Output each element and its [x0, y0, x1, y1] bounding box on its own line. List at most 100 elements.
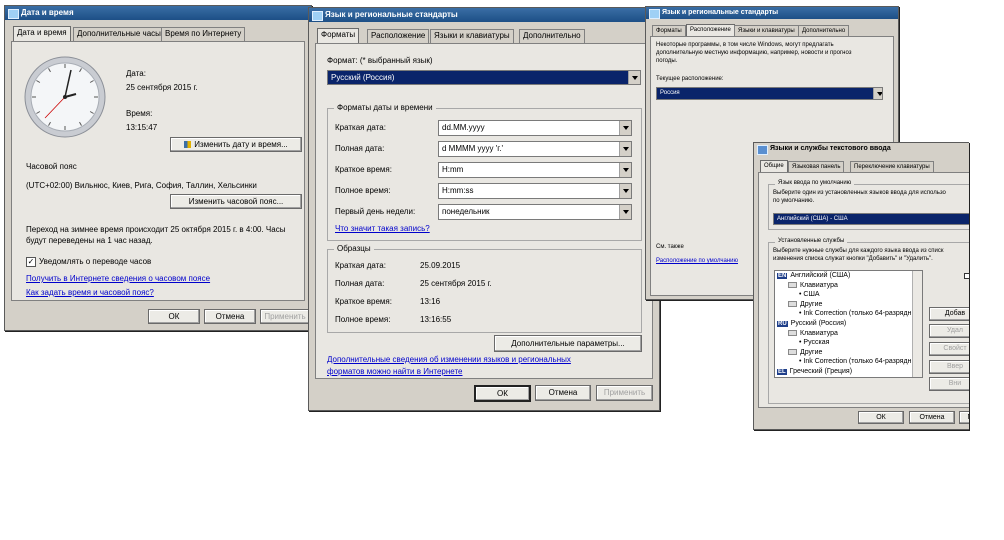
datetime-ok-button[interactable]: ОК [148, 309, 200, 324]
add-service-button[interactable]: Добав [929, 307, 969, 321]
regional-titlebar[interactable]: Язык и региональные стандарты [309, 8, 659, 22]
sample-long-time-value: 13:16:55 [420, 315, 452, 324]
tab-languages-small[interactable]: Языки и клавиатуры [734, 25, 799, 36]
language-badge: RU [777, 321, 788, 327]
tree-item-label: Ink Correction (только 64-разрядн [803, 310, 912, 318]
installed-services-heading: Установленные службы [775, 238, 848, 244]
tree-item[interactable]: Клавиатура [788, 330, 838, 337]
sample-long-time-label: Полное время: [335, 315, 391, 324]
tab-language-bar[interactable]: Языковая панель [788, 161, 845, 172]
resize-handle[interactable] [964, 273, 970, 279]
tree-item[interactable]: • Русская [799, 339, 829, 346]
service-properties-button[interactable]: Свойст [929, 342, 969, 356]
tab-additional-clocks[interactable]: Дополнительные часы [73, 27, 165, 41]
tree-scrollbar[interactable] [912, 271, 922, 377]
tab-location-small[interactable]: Расположение [686, 24, 735, 36]
default-input-desc-1: Выберите один из установленных языков вв… [773, 190, 946, 196]
how-to-set-time-link[interactable]: Как задать время и часовой пояс? [26, 288, 154, 297]
chevron-down-icon [619, 142, 631, 156]
format-label: Формат: (* выбранный язык) [327, 56, 433, 65]
default-location-link[interactable]: Расположение по умолчанию [656, 258, 738, 264]
tree-item[interactable]: EN Английский (США) [777, 272, 850, 279]
short-time-value: H:mm [442, 165, 464, 174]
short-date-select[interactable]: dd.MM.yyyy [438, 120, 632, 136]
notation-help-link[interactable]: Что значит такая запись? [335, 224, 430, 233]
services-tree[interactable]: EN Английский (США) Клавиатура • США Другие •… [774, 270, 923, 378]
tree-item[interactable]: Другие [788, 349, 822, 356]
long-time-label: Полное время: [335, 186, 391, 195]
datetime-panel: Дата: 25 сентября 2015 г. Время: 13:15:4… [11, 41, 305, 301]
text-services-ok-button[interactable]: ОК [858, 411, 904, 424]
current-location-select[interactable]: Россия [656, 87, 883, 100]
tree-item-label: Ink Correction (только 64-разрядн [803, 358, 912, 366]
first-day-label: Первый день недели: [335, 207, 416, 216]
tree-item[interactable]: • США [799, 291, 820, 298]
tab-formats-small[interactable]: Форматы [652, 25, 686, 36]
datetime-apply-button[interactable]: Применить [260, 309, 310, 324]
location-title: Язык и региональные стандарты [662, 9, 779, 16]
change-datetime-label: Изменить дату и время... [194, 140, 288, 149]
tree-item-label: Греческий (Греция) [789, 368, 853, 375]
default-input-select[interactable]: Английский (США) - США [773, 213, 969, 225]
tree-item-label: Английский (США) [790, 272, 851, 279]
sample-long-date-label: Полная дата: [335, 279, 385, 288]
sample-short-time-label: Краткое время: [335, 297, 392, 306]
tree-item[interactable]: Клавиатура [788, 282, 838, 289]
timezone-heading: Часовой пояс [26, 162, 77, 171]
tree-item[interactable]: • Ink Correction (только 64-разрядн [799, 358, 911, 365]
tree-item[interactable]: RU Русский (Россия) [777, 320, 846, 327]
change-datetime-button[interactable]: Изменить дату и время... [170, 137, 302, 152]
tab-languages-keyboards[interactable]: Языки и клавиатуры [430, 29, 514, 43]
regional-formats-dialog: Язык и региональные стандарты Форматы Ра… [308, 7, 660, 411]
tab-keyboard-switch[interactable]: Переключение клавиатуры [850, 161, 934, 172]
location-desc-line-2: дополнительную местную информацию, напри… [656, 50, 852, 56]
tab-date-time[interactable]: Дата и время [13, 26, 71, 41]
move-up-button[interactable]: Ввер [929, 360, 969, 374]
long-date-value: d MMMM yyyy 'г.' [442, 144, 503, 153]
sample-short-date-value: 25.09.2015 [420, 261, 461, 270]
globe-app-icon [312, 11, 323, 21]
tab-internet-time[interactable]: Время по Интернету [161, 27, 246, 41]
text-services-cancel-button[interactable]: Отмена [909, 411, 955, 424]
regional-apply-button[interactable]: Применить [596, 385, 653, 401]
advanced-settings-button[interactable]: Дополнительные параметры... [494, 335, 642, 352]
tab-administrative[interactable]: Дополнительно [519, 29, 585, 43]
shield-icon [184, 141, 192, 149]
tree-item[interactable]: • Ink Correction (только 64-разрядн [799, 310, 911, 317]
format-select[interactable]: Русский (Россия) [327, 70, 641, 85]
chevron-down-icon [619, 205, 631, 219]
remove-service-button[interactable]: Удал [929, 324, 969, 338]
first-day-select[interactable]: понедельник [438, 204, 632, 220]
tree-item[interactable]: EL Греческий (Греция) [777, 368, 852, 375]
change-timezone-button[interactable]: Изменить часовой пояс... [170, 194, 302, 209]
datetime-titlebar[interactable]: Дата и время [5, 6, 311, 20]
long-time-select[interactable]: H:mm:ss [438, 183, 632, 199]
regional-cancel-button[interactable]: Отмена [535, 385, 591, 401]
tab-formats[interactable]: Форматы [317, 28, 360, 43]
tab-general[interactable]: Общие [760, 160, 788, 172]
regional-ok-button[interactable]: ОК [474, 385, 531, 402]
location-titlebar[interactable]: Язык и региональные стандарты [646, 7, 898, 19]
tab-administrative-small[interactable]: Дополнительно [798, 25, 850, 36]
text-services-panel: Язык ввода по умолчанию Выберите один из… [758, 172, 969, 408]
timezone-info-link[interactable]: Получить в Интернете сведения о часовом … [26, 274, 210, 283]
tab-location[interactable]: Расположение [367, 29, 430, 43]
see-also-label: См. также [656, 244, 684, 250]
more-info-link-line-2[interactable]: форматов можно найти в Интернете [327, 367, 462, 376]
regional-title: Язык и региональные стандарты [325, 10, 458, 19]
short-time-select[interactable]: H:mm [438, 162, 632, 178]
long-date-select[interactable]: d MMMM yyyy 'г.' [438, 141, 632, 157]
more-info-link-line-1[interactable]: Дополнительные сведения об изменении язы… [327, 355, 571, 364]
text-services-apply-button[interactable]: П [959, 411, 969, 424]
tree-item-label: США [803, 291, 820, 299]
chevron-down-icon [873, 88, 882, 99]
short-time-label: Краткое время: [335, 165, 392, 174]
datetime-title: Дата и время [21, 8, 74, 17]
chevron-down-icon [619, 184, 631, 198]
language-badge: EL [777, 369, 787, 375]
notify-checkbox[interactable]: ✓ [26, 257, 36, 267]
tree-item[interactable]: Другие [788, 301, 822, 308]
move-down-button[interactable]: Вни [929, 377, 969, 391]
datetime-cancel-button[interactable]: Отмена [204, 309, 256, 324]
text-services-titlebar[interactable]: Языки и службы текстового ввода [754, 143, 969, 155]
